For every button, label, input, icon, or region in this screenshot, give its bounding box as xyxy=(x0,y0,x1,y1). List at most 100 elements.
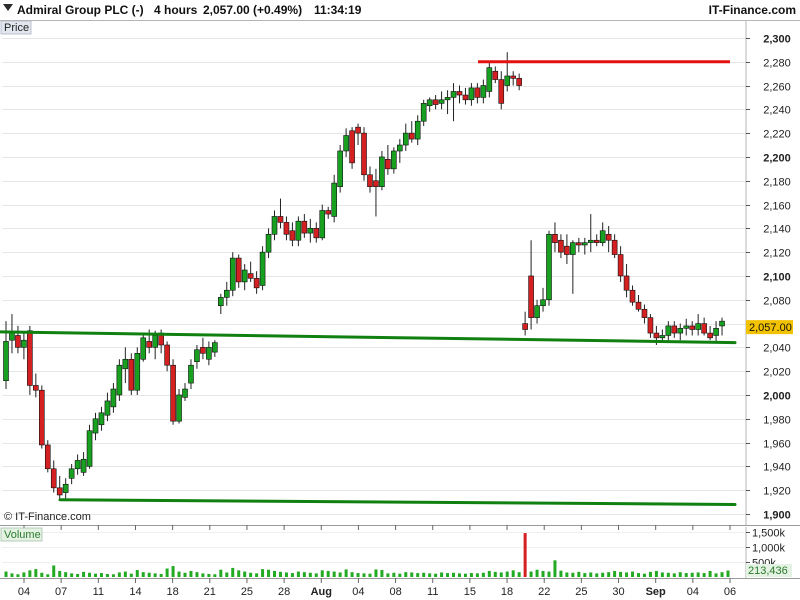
volume-bar xyxy=(117,572,121,577)
volume-bar xyxy=(111,574,115,577)
volume-bar xyxy=(642,573,646,577)
volume-bar xyxy=(541,570,545,577)
volume-bar xyxy=(129,573,133,577)
volume-bar xyxy=(52,565,56,577)
candle-body xyxy=(450,91,457,98)
candle-body xyxy=(468,87,475,101)
volume-bar xyxy=(613,570,617,577)
last-price-text: 2,057.00 xyxy=(749,322,792,334)
volume-bar xyxy=(654,570,658,577)
candle-body xyxy=(39,389,45,446)
x-tick-label: 15 xyxy=(464,586,476,598)
volume-bar xyxy=(99,573,103,577)
volume-bar xyxy=(636,573,640,577)
volume-bar xyxy=(601,572,605,577)
candle-body xyxy=(343,135,349,152)
volume-bar xyxy=(481,572,485,577)
volume-bar xyxy=(219,569,223,577)
price-tick-label: 2,100 xyxy=(763,272,791,284)
candle-body xyxy=(564,245,570,255)
volume-bar xyxy=(428,573,432,577)
candle-body xyxy=(33,385,39,391)
volume-bar xyxy=(249,572,253,577)
x-tick-label: 22 xyxy=(538,586,550,598)
volume-bar xyxy=(123,571,127,577)
volume-bar xyxy=(398,573,402,577)
volume-bar xyxy=(332,571,336,577)
x-tick-label: 04 xyxy=(352,586,364,598)
candle-body xyxy=(283,222,290,235)
x-tick-label: 25 xyxy=(241,586,253,598)
candle-body xyxy=(426,99,433,107)
volume-tick-label: 1,500k xyxy=(752,528,786,540)
x-tick-label: Aug xyxy=(311,586,332,598)
candle-body xyxy=(349,130,355,164)
volume-bar xyxy=(82,571,86,577)
volume-bar xyxy=(34,569,38,577)
candle-body xyxy=(677,328,684,334)
volume-bar xyxy=(666,572,670,577)
candle-body xyxy=(641,308,648,318)
volume-bar xyxy=(475,573,479,577)
volume-bar xyxy=(595,573,599,577)
candle-body xyxy=(492,70,499,80)
candle-body xyxy=(510,75,516,79)
price-tick-label: 2,200 xyxy=(763,153,791,165)
volume-bar xyxy=(308,572,312,577)
candle-body xyxy=(701,323,707,334)
candle-body xyxy=(307,228,314,234)
candle-body xyxy=(444,97,451,101)
volume-bar xyxy=(714,573,718,577)
volume-bar xyxy=(463,573,467,577)
volume-bar xyxy=(589,572,593,577)
volume-bar xyxy=(284,572,288,577)
volume-bar xyxy=(487,570,491,577)
volume-bar xyxy=(678,572,682,577)
price-axis: 1,900 1,920 1,940 1,960 1,980 2,000 2,020 2,040… xyxy=(746,34,791,522)
candle-body xyxy=(319,210,326,239)
price-tick-label: 2,080 xyxy=(763,296,791,308)
price-tick-label: 2,040 xyxy=(763,343,791,355)
volume-bar xyxy=(493,571,497,577)
volume-axis: 500k1,000k1,500k xyxy=(746,528,786,570)
candle-body xyxy=(218,297,224,307)
candle-body xyxy=(152,335,158,348)
volume-bar xyxy=(326,570,330,577)
candle-body xyxy=(194,349,200,362)
volume-bar xyxy=(726,570,730,577)
x-tick-label: Sep xyxy=(646,586,666,598)
volume-bar xyxy=(446,573,450,577)
candle-body xyxy=(170,364,176,422)
candle-body xyxy=(498,79,505,104)
volume-bar xyxy=(278,571,282,577)
candle-body xyxy=(420,103,427,122)
volume-panel-label: Volume xyxy=(0,527,43,542)
volume-bar xyxy=(338,572,342,577)
upper-support-trendline xyxy=(0,330,737,345)
candle-body xyxy=(367,174,373,187)
candle-body xyxy=(259,251,266,286)
timeframe[interactable]: 4 hours xyxy=(154,3,197,17)
candle-body xyxy=(229,257,236,291)
candle-body xyxy=(9,332,15,341)
volume-bar xyxy=(404,572,408,577)
volume-bar xyxy=(296,571,300,577)
volume-bar xyxy=(386,573,390,577)
volume-bar xyxy=(368,573,372,577)
candle-body xyxy=(182,388,188,398)
candle-body xyxy=(74,460,81,470)
volume-bar xyxy=(153,573,157,577)
volume-bar xyxy=(410,572,414,577)
volume-bar xyxy=(631,571,635,577)
volume-bar xyxy=(255,573,259,577)
last-volume-tag: 213,436 xyxy=(746,564,792,577)
title-bar: Admiral Group PLC (-) 4 hours 2,057.00 (… xyxy=(0,0,800,21)
candle-body xyxy=(516,78,522,86)
price-label-text: Price xyxy=(4,22,29,34)
volume-bar xyxy=(58,570,62,577)
candle-body xyxy=(104,400,111,416)
volume-bar xyxy=(684,573,688,577)
candle-body xyxy=(21,339,27,348)
menu-dropdown-icon[interactable] xyxy=(3,4,13,11)
price-tick-label: 1,960 xyxy=(763,439,791,451)
